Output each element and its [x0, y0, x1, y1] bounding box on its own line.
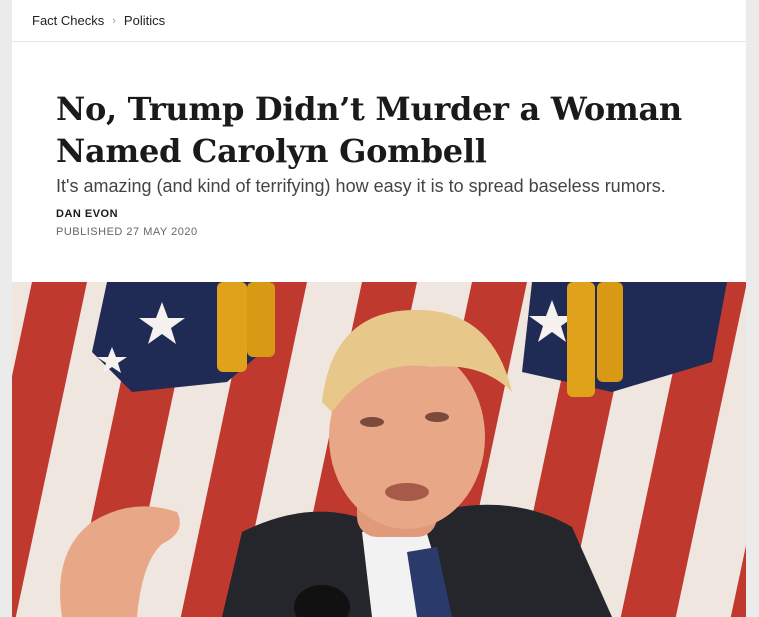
hero-image-illustration — [12, 282, 746, 617]
published-date: PUBLISHED 27 MAY 2020 — [56, 226, 702, 238]
author-name[interactable]: DAN EVON — [56, 208, 702, 220]
article-title: No, Trump Didn’t Murder a Woman Named Ca… — [56, 90, 682, 170]
article-header: No, Trump Didn’t Murder a Woman Named Ca… — [12, 42, 746, 240]
article-subtitle: It's amazing (and kind of terrifying) ho… — [56, 176, 666, 196]
article-card: Fact Checks › Politics No, Trump Didn’t … — [12, 0, 746, 617]
breadcrumb: Fact Checks › Politics — [12, 0, 746, 42]
breadcrumb-fact-checks[interactable]: Fact Checks — [32, 13, 104, 28]
published-label: PUBLISHED — [56, 226, 123, 238]
hero-image — [12, 282, 746, 617]
breadcrumb-politics[interactable]: Politics — [124, 13, 165, 28]
published-date-value: 27 MAY 2020 — [126, 226, 198, 238]
breadcrumb-separator-icon: › — [112, 14, 116, 27]
